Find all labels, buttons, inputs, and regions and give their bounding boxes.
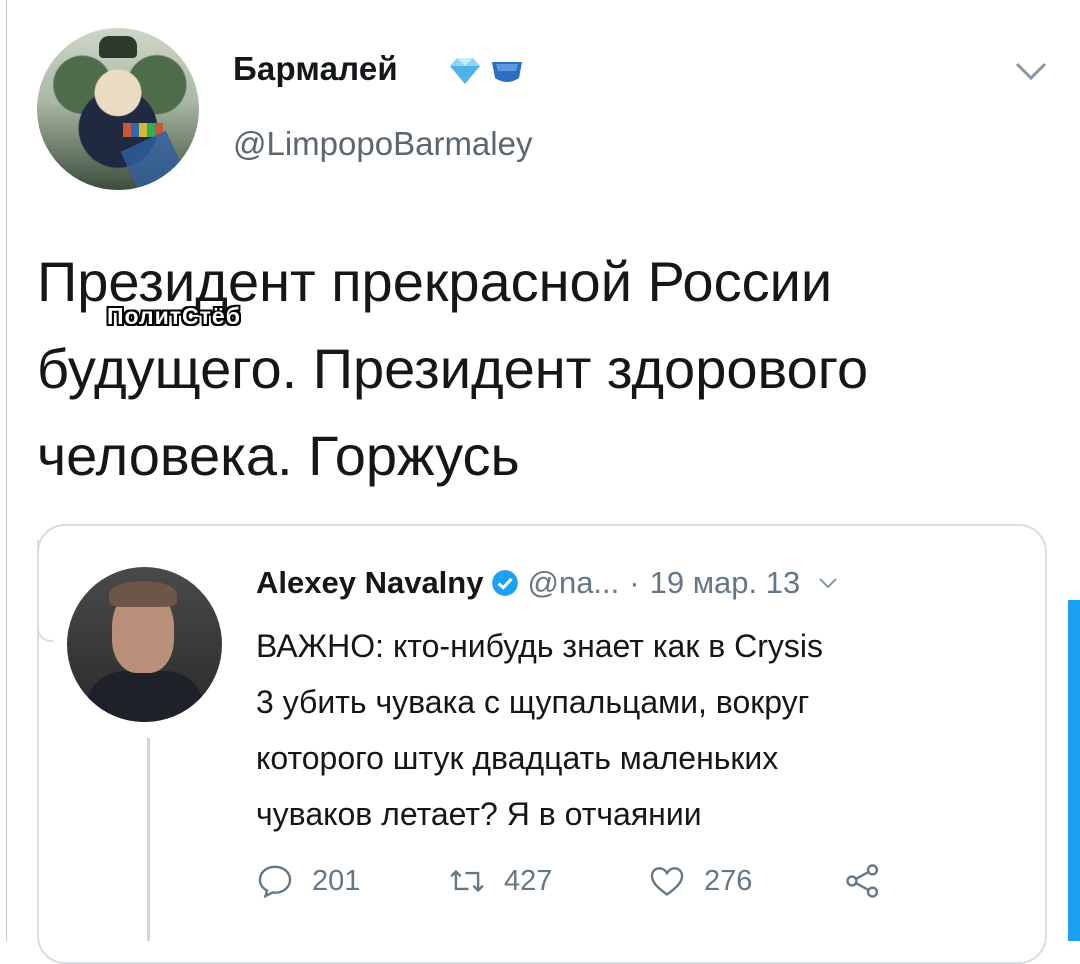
retweet-button[interactable]: 427 [448,862,552,900]
diamond-icon [450,58,480,84]
author-display-name[interactable]: Бармалей [233,50,398,88]
quoted-author-name[interactable]: Alexey Navalny [256,565,483,601]
tweet-text: Президент прекрасной России будущего. Пр… [37,250,869,487]
share-icon [846,864,879,898]
quoted-tweet-text: ВАЖНО: кто-нибудь знает как в Crysis 3 у… [256,628,823,832]
share-button[interactable] [844,862,900,900]
quoted-author-handle[interactable]: @na... [527,565,619,601]
author-handle[interactable]: @LimpopoBarmaley [233,125,532,163]
reply-count: 201 [312,864,361,897]
meta-separator: · [629,565,640,600]
thread-line [147,738,150,941]
avatar-shoulders [85,671,205,722]
retweet-count: 427 [504,864,553,897]
card-edge-decoration [37,540,53,642]
quoted-tweet-header: Alexey Navalny @na... · 19 мар. 13 [256,565,838,601]
reply-icon [258,865,292,899]
like-count: 276 [704,864,753,897]
heart-icon [650,867,684,896]
author-avatar[interactable] [37,28,199,190]
avatar-sash [120,130,196,190]
verified-badge-icon [492,570,519,596]
avatar-hair [109,581,177,607]
watermark-label: ПолитСтёб [107,303,241,329]
scrollbar[interactable] [1068,600,1080,941]
chevron-down-icon[interactable] [1014,60,1048,82]
avatar-hat [99,36,137,58]
blue-crown-icon [492,62,522,82]
like-button[interactable]: 276 [648,862,752,900]
tweet-actions-bar: 201 427 276 [256,862,996,912]
retweet-icon [450,869,484,893]
quoted-tweet-date[interactable]: 19 мар. 13 [650,565,801,601]
quoted-author-avatar[interactable] [67,567,222,722]
reply-button[interactable]: 201 [256,862,360,900]
chevron-down-icon[interactable] [818,576,838,590]
left-edge-line [6,0,7,941]
